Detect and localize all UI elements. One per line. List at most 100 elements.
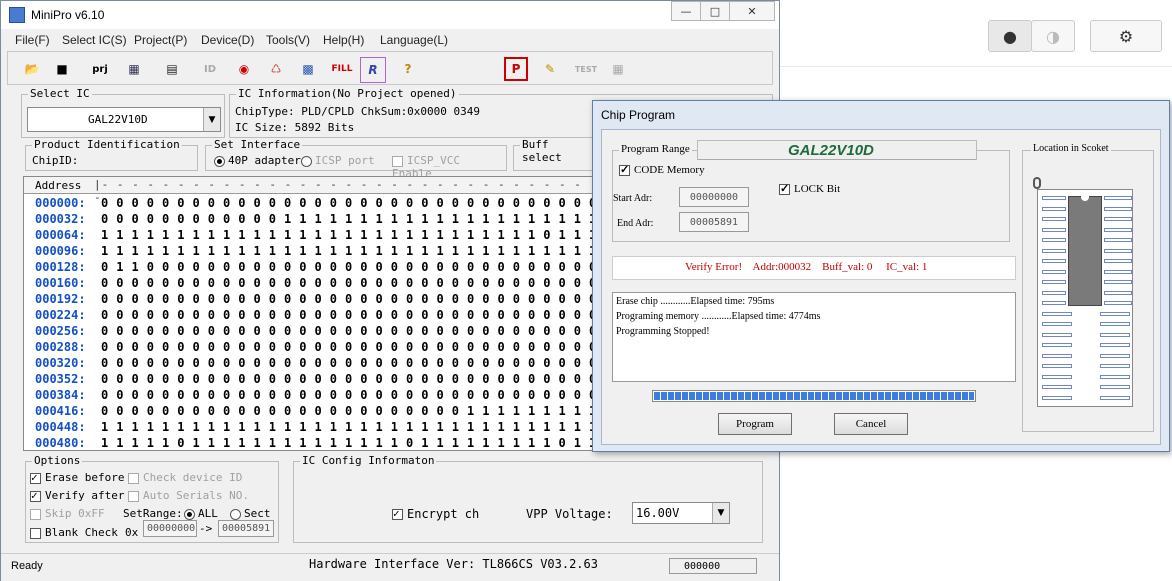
range-sect-label: Sect xyxy=(244,507,271,520)
menu-file[interactable]: File(F) xyxy=(15,33,50,47)
table-row[interactable]: 000032: 0 0 0 0 0 0 0 0 0 0 0 0 1 1 1 1 1… xyxy=(24,212,593,228)
socket-lever-icon xyxy=(1033,177,1041,189)
chip-icon[interactable]: ▦ xyxy=(606,57,630,81)
menu-device[interactable]: Device(D) xyxy=(201,33,254,47)
log-box[interactable]: Erase chip ............Elapsed time: 795… xyxy=(612,292,1016,382)
log-line: Programing memory ............Elapsed ti… xyxy=(616,311,821,322)
program-range-label: Program Range xyxy=(619,143,692,155)
start-adr-field[interactable]: 00000000 xyxy=(679,187,749,207)
menu-select-ic[interactable]: Select IC(S) xyxy=(62,33,127,47)
read-id-icon[interactable]: ID xyxy=(198,57,222,81)
auto-serials-checkbox[interactable]: Auto Serials NO. xyxy=(128,489,249,502)
socket-pin xyxy=(1042,395,1072,400)
buffer-icon[interactable]: ▤ xyxy=(160,57,184,81)
table-row[interactable]: 000064: 1 1 1 1 1 1 1 1 1 1 1 1 1 1 1 1 1… xyxy=(24,228,592,244)
socket-pin xyxy=(1104,301,1132,305)
checksum-icon[interactable]: ♺ xyxy=(264,57,288,81)
table-row[interactable]: 000288: 0 0 0 0 0 0 0 0 0 0 0 0 0 0 0 0 0… xyxy=(24,340,592,356)
help-icon[interactable]: ? xyxy=(396,57,420,81)
table-row[interactable]: 000128: 0 1 1 0 0 0 0 0 0 0 0 0 0 0 0 0 0… xyxy=(24,260,592,276)
socket-pin xyxy=(1042,290,1066,295)
save-icon[interactable]: ■ xyxy=(50,57,74,81)
range-end-field[interactable]: 00005891 xyxy=(218,520,274,537)
vpp-select[interactable]: 16.00V ▼ xyxy=(632,502,730,524)
verify-after-checkbox[interactable]: Verify after xyxy=(30,489,124,502)
socket-pin xyxy=(1042,280,1066,284)
table-row[interactable]: 000160: 0 0 0 0 0 0 0 0 0 0 0 0 0 0 0 0 0… xyxy=(24,276,593,292)
radio-icsp-port[interactable]: ICSP port xyxy=(301,154,375,167)
globe-button[interactable]: ◑ xyxy=(1031,20,1075,52)
table-row[interactable]: 000192: 0 0 0 0 0 0 0 0 0 0 0 0 0 0 0 0 0… xyxy=(24,292,592,308)
blank-check-checkbox[interactable]: Blank Check xyxy=(30,526,118,539)
skip-0xff-checkbox[interactable]: Skip 0xFF xyxy=(30,507,105,520)
program-button[interactable]: Program xyxy=(718,413,792,435)
menu-help[interactable]: Help(H) xyxy=(323,33,364,47)
minimize-button[interactable]: — xyxy=(671,1,701,21)
buff-select-group: Buff select xyxy=(513,138,593,171)
row-address: 000096: xyxy=(35,244,86,258)
fill-icon[interactable]: FILL xyxy=(328,57,356,81)
chevron-down-icon[interactable]: ▼ xyxy=(203,108,220,131)
row-bits: 0 0 0 0 0 0 0 0 0 0 0 0 0 0 0 0 0 0 0 0 … xyxy=(101,404,593,418)
edit-icon[interactable]: ▩ xyxy=(296,57,320,81)
erase-before-checkbox[interactable]: Erase before xyxy=(30,471,124,484)
maximize-button[interactable]: □ xyxy=(700,1,730,21)
project-icon[interactable]: prj xyxy=(88,57,112,81)
table-row[interactable]: 000320: 0 0 0 0 0 0 0 0 0 0 0 0 0 0 0 0 0… xyxy=(24,356,592,372)
table-row[interactable]: 000000: 0 0 0 0 0 0 0 0 0 0 0 0 0 0 0 0 0… xyxy=(24,196,592,212)
row-address: 000416: xyxy=(35,404,86,418)
table-row[interactable]: 000352: 0 0 0 0 0 0 0 0 0 0 0 0 0 0 0 0 0… xyxy=(24,372,592,388)
row-address: 000192: xyxy=(35,292,86,306)
socket-pin xyxy=(1100,385,1130,389)
radio-40p-adapter[interactable]: 40P adapter xyxy=(214,154,301,167)
range-sect-radio[interactable]: Sect xyxy=(230,507,271,520)
table-row[interactable]: 000416: 0 0 0 0 0 0 0 0 0 0 0 0 0 0 0 0 0… xyxy=(24,404,593,420)
range-all-radio[interactable]: ALL xyxy=(184,507,218,520)
code-memory-checkbox[interactable]: CODE Memory xyxy=(619,163,705,176)
row-address: 000128: xyxy=(35,260,86,274)
table-row[interactable]: 000224: 0 0 0 0 0 0 0 0 0 0 0 0 0 0 0 0 0… xyxy=(24,308,592,324)
window-title: MiniPro v6.10 xyxy=(31,8,105,22)
check-device-id-checkbox[interactable]: Check device ID xyxy=(128,471,242,484)
save-project-icon[interactable]: ▦ xyxy=(122,57,146,81)
lock-bit-checkbox[interactable]: LOCK Bit xyxy=(779,182,840,195)
row-bits: 0 0 0 0 0 0 0 0 0 0 0 0 0 0 0 0 0 0 0 0 … xyxy=(101,276,593,290)
close-button[interactable]: ✕ xyxy=(729,1,775,21)
settings-button[interactable]: ⚙ xyxy=(1090,20,1162,52)
chevron-down-icon[interactable]: ▼ xyxy=(712,503,729,523)
radio-40p-label: 40P adapter xyxy=(228,154,301,167)
menu-bar: File(F) Select IC(S) Project(P) Device(D… xyxy=(1,30,779,50)
table-row[interactable]: 000480: 1 1 1 1 1 0 1 1 1 1 1 1 1 1 1 1 1… xyxy=(24,436,592,450)
ic-config-group: IC Config Informaton Encrypt ch VPP Volt… xyxy=(293,454,763,543)
range-start-field[interactable]: 00000000 xyxy=(143,520,197,537)
menu-language[interactable]: Language(L) xyxy=(380,33,448,47)
menu-tools[interactable]: Tools(V) xyxy=(266,33,310,47)
socket-pin xyxy=(1042,322,1072,326)
options-group: Options Erase before Check device ID Ver… xyxy=(25,454,279,543)
app-icon xyxy=(9,7,25,23)
edit-config-icon[interactable]: ✎ xyxy=(538,57,562,81)
ic-select[interactable]: GAL22V10D ▼ xyxy=(27,107,221,132)
test-icon[interactable]: TEST xyxy=(574,57,598,81)
log-line: Programming Stopped! xyxy=(616,326,710,337)
table-row[interactable]: 000096: 1 1 1 1 1 1 1 1 1 1 1 1 1 1 1 1 1… xyxy=(24,244,592,260)
cancel-button[interactable]: Cancel xyxy=(834,413,908,435)
table-row[interactable]: 000256: 0 0 0 0 0 0 0 0 0 0 0 0 0 0 0 0 0… xyxy=(24,324,592,340)
socket-pin xyxy=(1100,364,1130,368)
encrypt-checkbox[interactable]: Encrypt ch xyxy=(392,507,479,521)
end-adr-field[interactable]: 00005891 xyxy=(679,212,749,232)
fuse-icon[interactable]: ◉ xyxy=(232,57,256,81)
table-row[interactable]: 000384: 0 0 0 0 0 0 0 0 0 0 0 0 0 0 0 0 0… xyxy=(24,388,592,404)
gear-icon: ⚙ xyxy=(1118,26,1134,46)
row-bits: 0 0 0 0 0 0 0 0 0 0 0 0 1 1 1 1 1 1 1 1 … xyxy=(101,212,593,226)
globe-icon: ◑ xyxy=(1046,26,1060,46)
table-row[interactable]: 000448: 1 1 1 1 1 1 1 1 1 1 1 1 1 1 1 1 1… xyxy=(24,420,592,436)
user-button[interactable]: ● xyxy=(988,20,1032,52)
menu-project[interactable]: Project(P) xyxy=(134,33,187,47)
ic-info-label: IC Information(No Project opened) xyxy=(236,87,459,100)
socket-pin xyxy=(1104,280,1132,284)
buffer-grid[interactable]: Address |- - - - - - - - - - - - - - - -… xyxy=(23,176,593,451)
open-icon[interactable]: 📂 xyxy=(20,57,44,81)
read-icon[interactable]: R xyxy=(360,57,386,83)
program-icon[interactable]: P xyxy=(504,57,528,81)
